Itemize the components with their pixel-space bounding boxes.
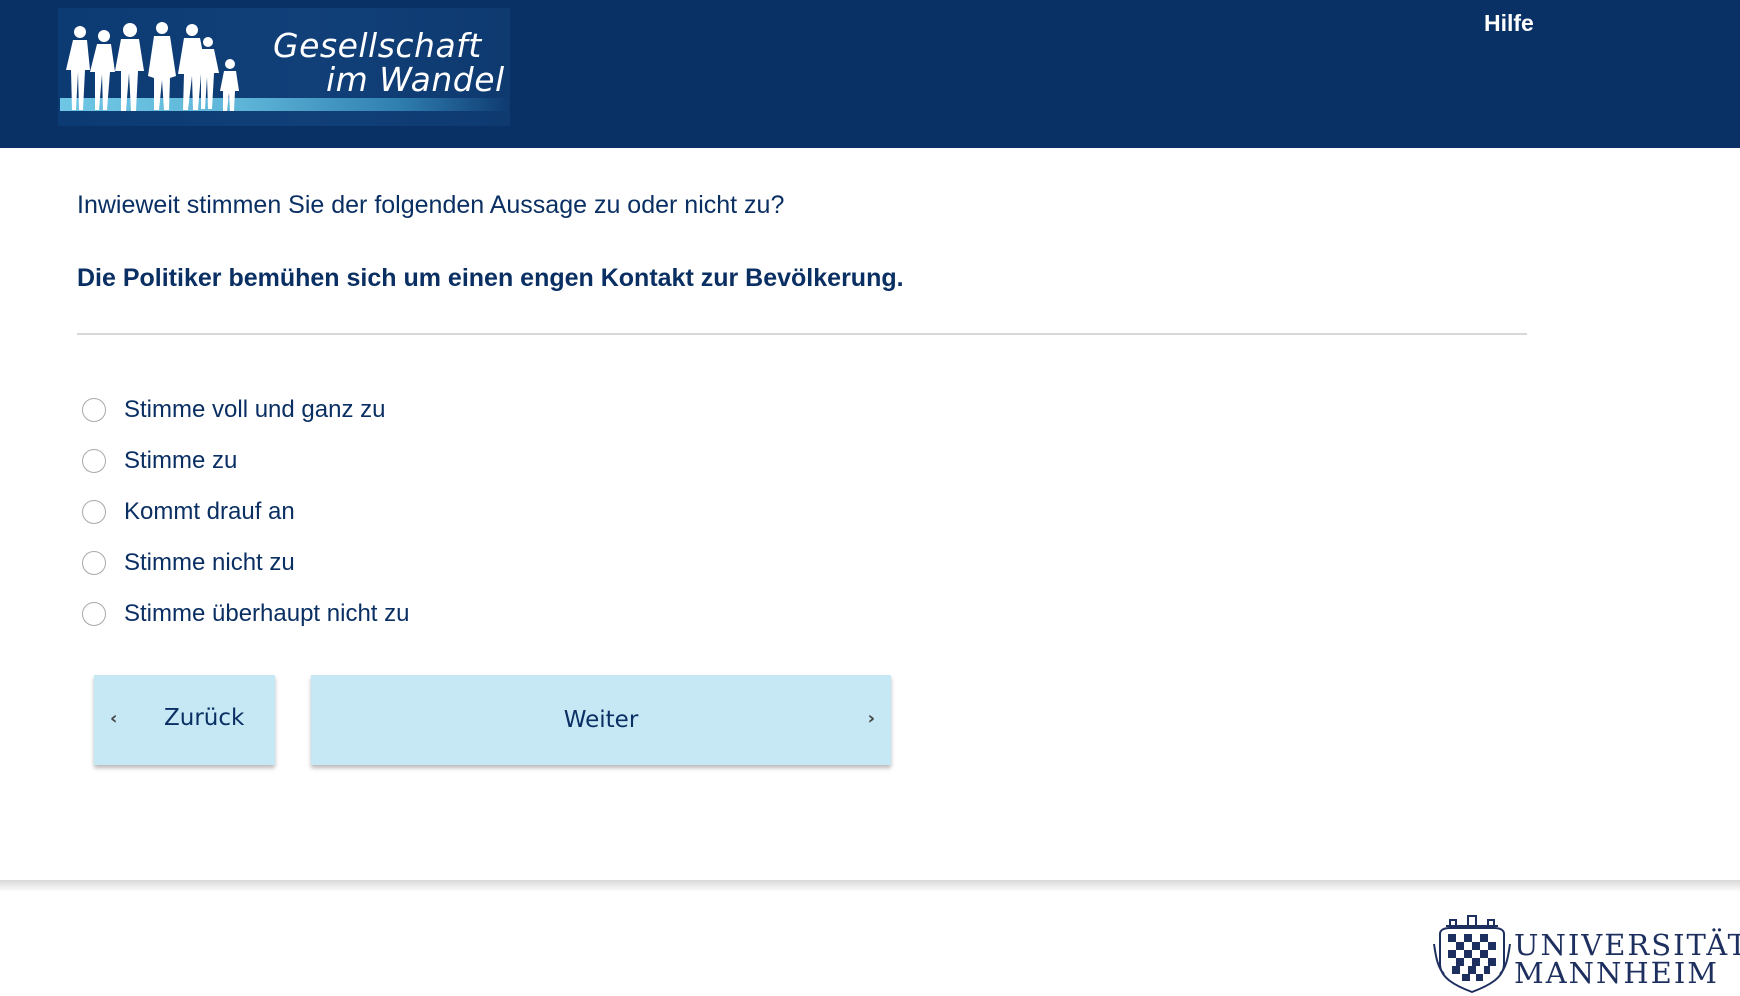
- option-kommt-drauf-an[interactable]: Kommt drauf an: [82, 486, 409, 537]
- university-name-line2: MANNHEIM: [1514, 956, 1719, 990]
- radio-button[interactable]: [82, 550, 106, 575]
- question-intro: Inwieweit stimmen Sie der folgenden Auss…: [77, 191, 785, 219]
- option-stimme-nicht-zu[interactable]: Stimme nicht zu: [82, 537, 409, 588]
- radio-button[interactable]: [82, 601, 106, 626]
- back-button[interactable]: ‹ Zurück: [94, 675, 275, 765]
- radio-button[interactable]: [82, 499, 106, 524]
- back-button-label: Zurück: [164, 705, 245, 731]
- option-label[interactable]: Stimme voll und ganz zu: [124, 396, 385, 424]
- university-mannheim-logo: UNIVERSITÄT MANNHEIM: [1432, 908, 1740, 994]
- help-link[interactable]: Hilfe: [1484, 10, 1534, 37]
- option-label[interactable]: Kommt drauf an: [124, 498, 295, 526]
- logo-text-line2: im Wandel: [326, 60, 505, 99]
- radio-button[interactable]: [82, 397, 106, 422]
- next-button[interactable]: Weiter ›: [311, 675, 891, 765]
- radio-button[interactable]: [82, 448, 106, 473]
- chevron-left-icon: ‹: [110, 708, 118, 729]
- next-button-label: Weiter: [563, 707, 639, 733]
- option-stimme-voll-und-ganz-zu[interactable]: Stimme voll und ganz zu: [82, 384, 409, 435]
- option-label[interactable]: Stimme nicht zu: [124, 549, 295, 577]
- footer-divider: [0, 880, 1740, 892]
- university-crest-icon: [1433, 915, 1511, 994]
- question-statement: Die Politiker bemühen sich um einen enge…: [77, 264, 904, 292]
- people-silhouettes-icon: [66, 22, 239, 111]
- header-bar: Gesellschaft im Wandel Hilfe: [0, 0, 1740, 148]
- gesellschaft-im-wandel-logo: Gesellschaft im Wandel: [58, 8, 510, 126]
- option-label[interactable]: Stimme zu: [124, 447, 237, 475]
- option-stimme-ueberhaupt-nicht-zu[interactable]: Stimme überhaupt nicht zu: [82, 588, 409, 639]
- divider: [77, 333, 1527, 335]
- answer-options: Stimme voll und ganz zu Stimme zu Kommt …: [82, 384, 409, 639]
- option-label[interactable]: Stimme überhaupt nicht zu: [124, 600, 409, 628]
- option-stimme-zu[interactable]: Stimme zu: [82, 435, 409, 486]
- chevron-right-icon: ›: [867, 708, 875, 729]
